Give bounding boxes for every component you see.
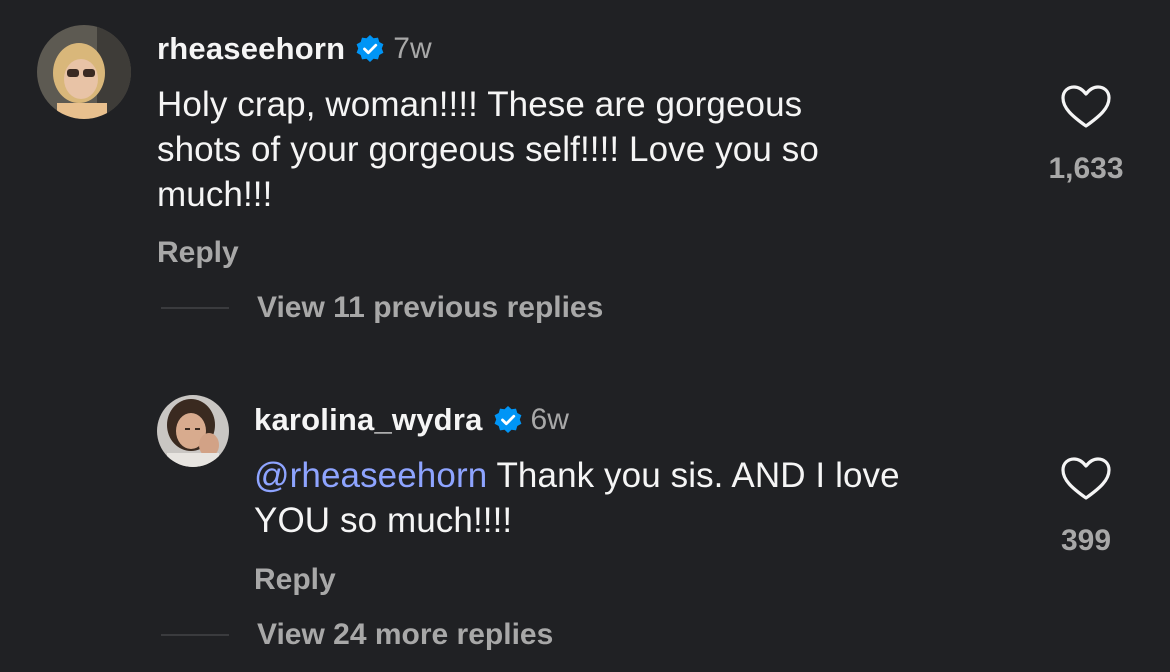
mention-link[interactable]: @rheaseehorn <box>254 456 487 495</box>
timestamp: 7w <box>393 32 432 65</box>
reply-button[interactable]: Reply <box>157 236 239 270</box>
comment-header: karolina_wydra 6w <box>254 400 569 440</box>
comment-text: Holy crap, woman!!!! These are gorgeous … <box>157 82 977 217</box>
verified-badge-icon <box>356 35 384 62</box>
comment-text-segment: Thank you sis. AND I love <box>487 456 900 495</box>
avatar-karolina-wydra[interactable] <box>157 395 229 467</box>
heart-icon[interactable] <box>1060 456 1112 502</box>
profile-photo <box>157 395 229 467</box>
timestamp: 6w <box>530 403 569 436</box>
like-count[interactable]: 399 <box>1030 524 1142 558</box>
comment-text-line: @rheaseehorn Thank you sis. AND I love <box>254 453 1014 498</box>
heart-icon[interactable] <box>1060 84 1112 130</box>
comment-text-line: Holy crap, woman!!!! These are gorgeous <box>157 85 803 124</box>
thread-divider <box>161 307 229 309</box>
like-count[interactable]: 1,633 <box>1030 152 1142 186</box>
comment-text-line: much!!! <box>157 175 273 214</box>
comment-text-line: YOU so much!!!! <box>254 501 513 540</box>
reply-button[interactable]: Reply <box>254 563 336 597</box>
thread-divider <box>161 634 229 636</box>
view-replies-button[interactable]: View 24 more replies <box>257 618 553 652</box>
view-replies-button[interactable]: View 11 previous replies <box>257 291 603 325</box>
comment-header: rheaseehorn 7w <box>157 29 432 69</box>
profile-photo <box>37 25 131 119</box>
username[interactable]: rheaseehorn <box>157 31 345 67</box>
comment-text: @rheaseehorn Thank you sis. AND I love Y… <box>254 453 1014 543</box>
avatar-rheaseehorn[interactable] <box>37 25 131 119</box>
comment-text-line: shots of your gorgeous self!!!! Love you… <box>157 130 819 169</box>
username[interactable]: karolina_wydra <box>254 402 483 438</box>
verified-badge-icon <box>494 406 521 433</box>
